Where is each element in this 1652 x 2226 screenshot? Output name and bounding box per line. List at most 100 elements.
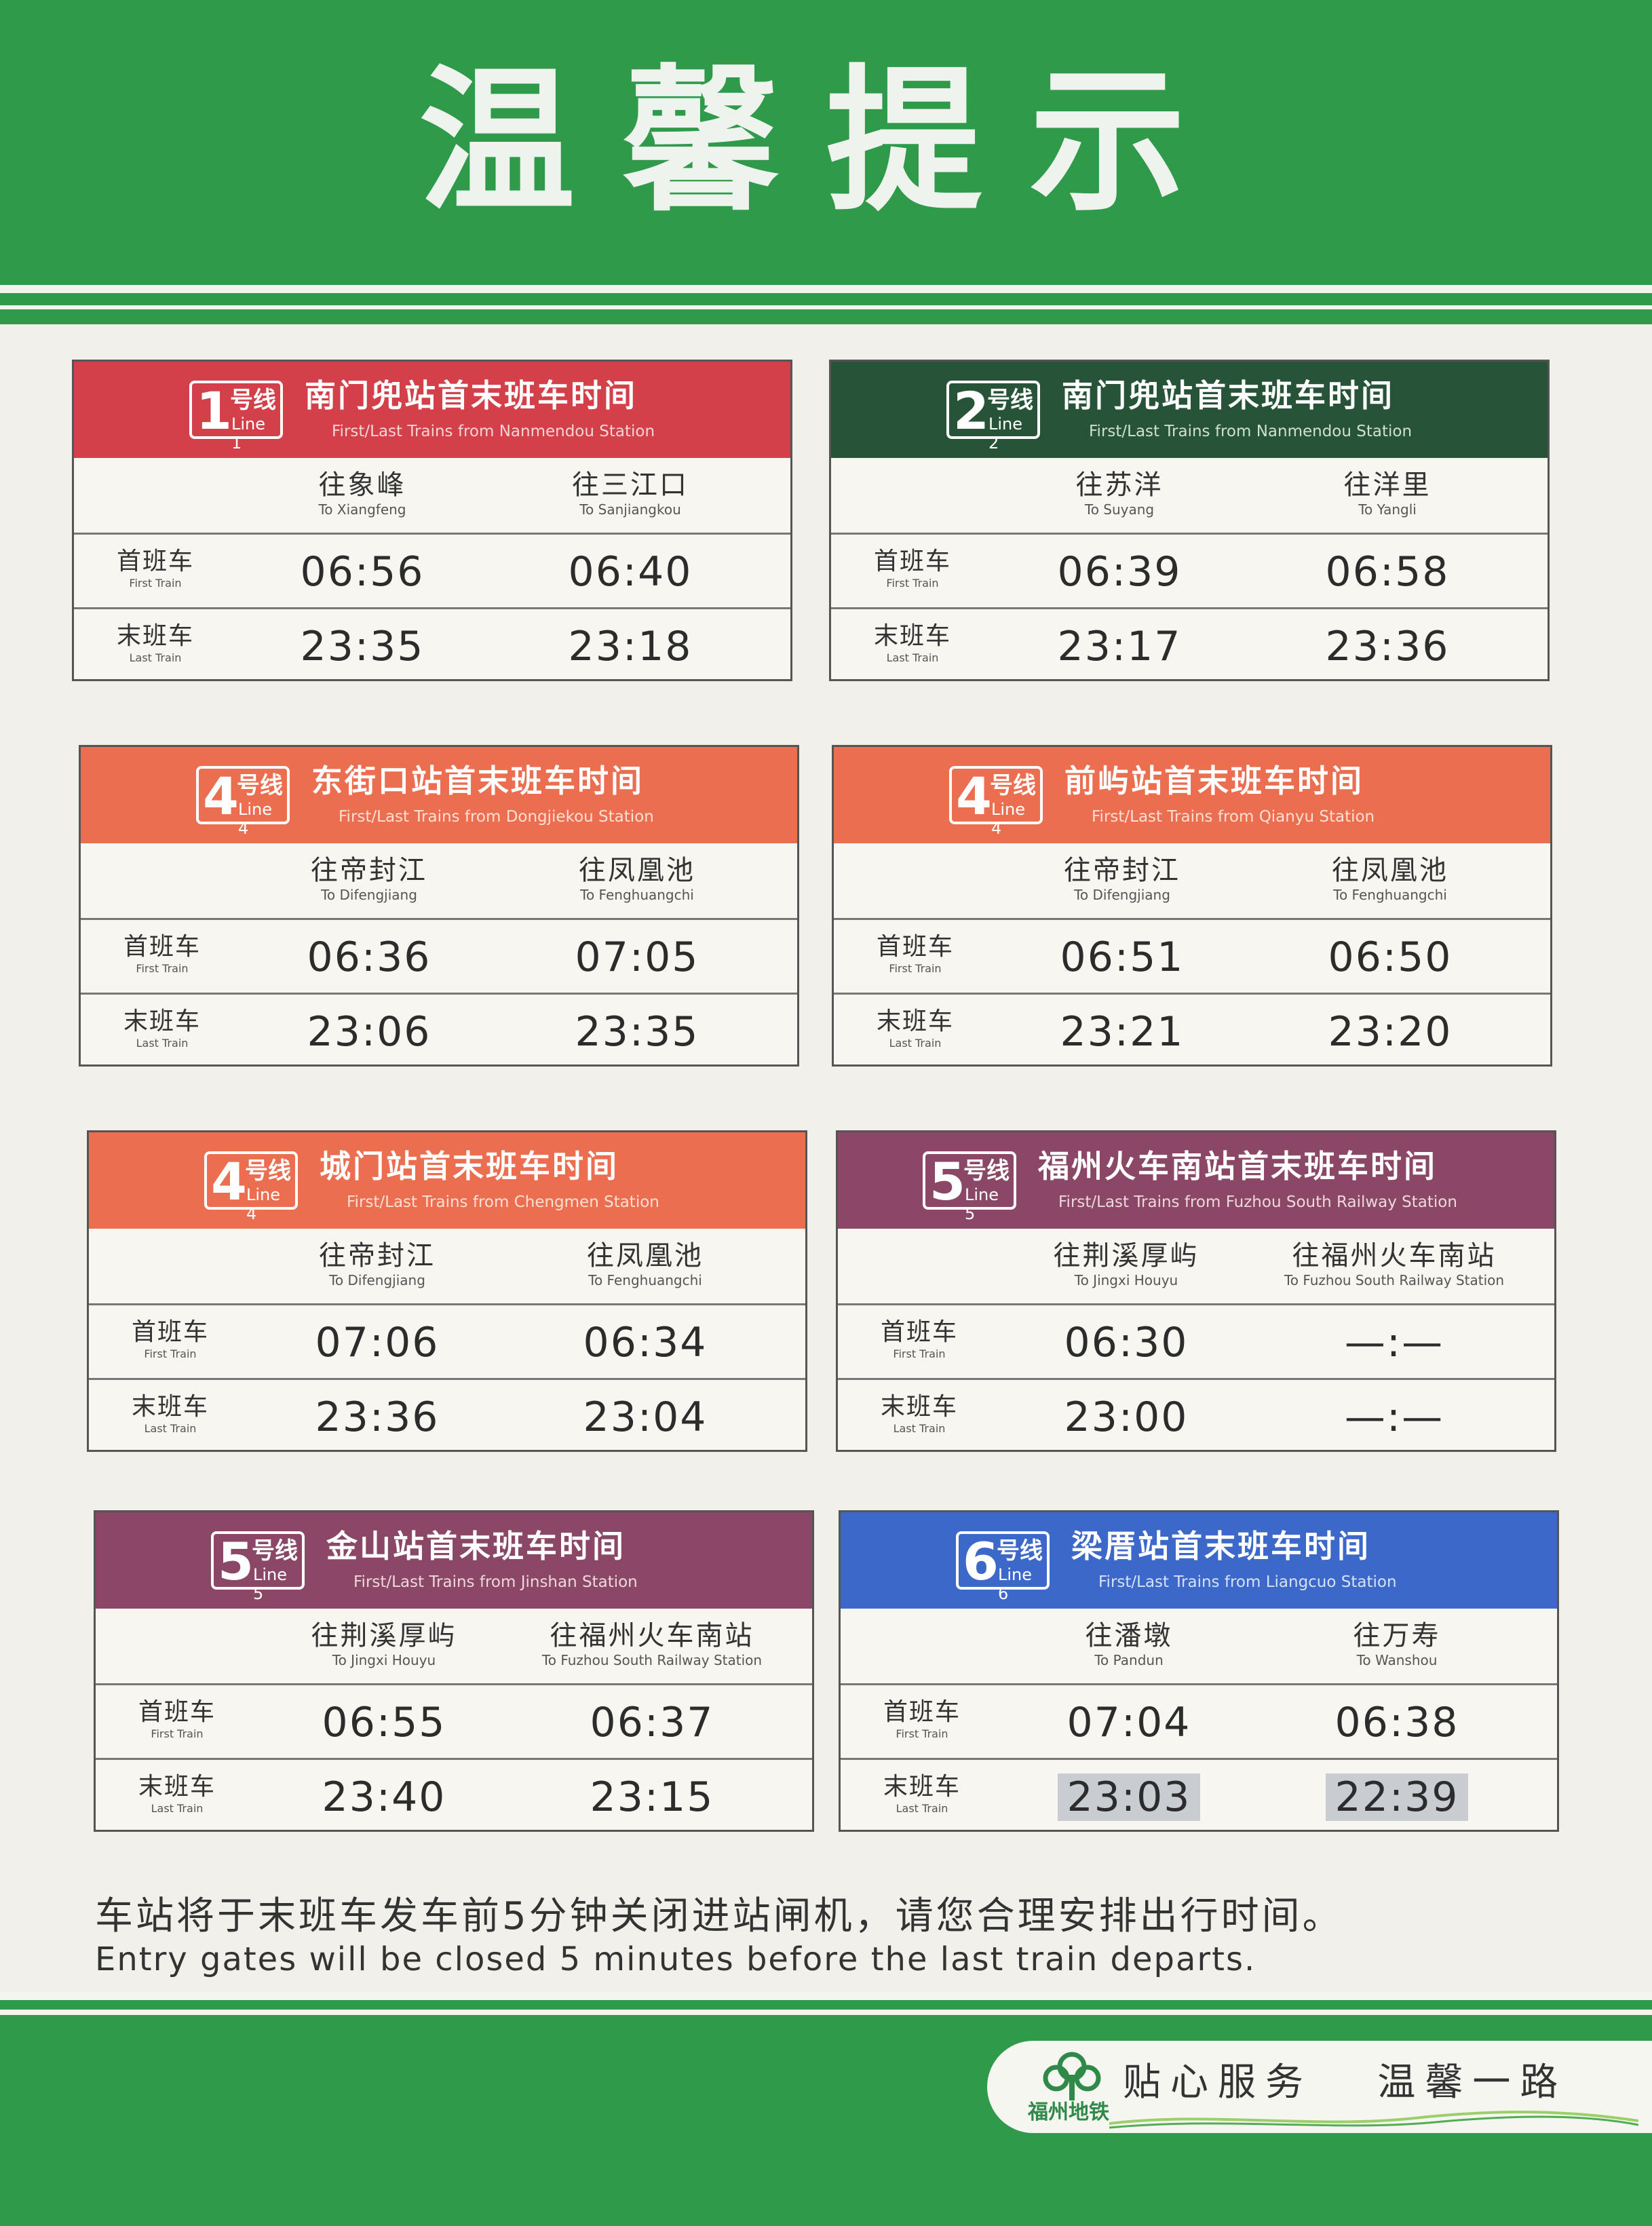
line-number: 5 [929,1151,965,1212]
first-train-label-en: First Train [129,577,182,590]
last-train-row: 末班车 Last Train 23:35 23:18 [74,607,790,680]
panel-subtitle: First/Last Trains from Chengmen Station [347,1193,659,1211]
line-label-cn: 号线 [990,772,1036,799]
destination-1-en: To Difengjiang [321,887,417,903]
panel-title: 福州火车南站首末班车时间 [1038,1148,1437,1185]
panel-header: 2 号线 Line 2 南门兜站首末班车时间 First/Last Trains… [831,362,1548,458]
last-train-time-1: 23:36 [315,1394,440,1441]
last-train-time-1: 23:03 [986,1773,1271,1821]
first-train-time-1: 07:06 [315,1319,440,1366]
first-train-time-2: —:— [1344,1319,1444,1366]
destination-2-en: To Wanshou [1356,1652,1438,1668]
header-rule-2 [0,305,1652,309]
line-number: 6 [963,1531,999,1592]
line-label-cn: 号线 [963,1157,1010,1185]
panel-header: 6 号线 Line 6 梁厝站首末班车时间 First/Last Trains … [841,1512,1557,1609]
first-train-label-en: First Train [136,962,189,975]
first-train-label-en: First Train [144,1347,197,1360]
panel-header: 5 号线 Line 5 福州火车南站首末班车时间 First/Last Trai… [838,1132,1554,1229]
destination-1-en: To Pandun [1094,1652,1164,1668]
first-train-label-cn: 首班车 [876,933,954,961]
first-train-label-en: First Train [889,962,942,975]
last-train-time-2: —:— [1344,1394,1444,1441]
destination-1-cn: 往荆溪厚屿 [1053,1240,1199,1271]
destination-2-en: To Fenghuangchi [580,887,694,903]
gate-closing-notice-cn: 车站将于末班车发车前5分钟关闭进站闸机，请您合理安排出行时间。 [95,1894,1343,1938]
line-badge: 5 号线 Line 5 [923,1151,1016,1223]
destination-2-cn: 往凤凰池 [1332,855,1448,886]
last-train-label-en: Last Train [896,1802,948,1815]
line-number: 4 [211,1151,247,1212]
panel-title: 前屿站首末班车时间 [1064,763,1364,799]
last-train-label-cn: 末班车 [883,1773,961,1801]
footer-rule [0,1992,1652,2000]
timetable-panel-jinshan-line5: 5 号线 Line 5 金山站首末班车时间 First/Last Trains … [94,1510,814,1832]
last-train-label-en: Last Train [144,1422,197,1435]
logo-text: 福州地铁 [1028,2100,1109,2124]
last-train-row: 末班车 Last Train 23:40 23:15 [96,1758,812,1831]
destination-2-cn: 往万寿 [1353,1620,1441,1651]
slogan-banner: 福州地铁 贴心服务 温馨一路 [987,2041,1652,2133]
line-label-en: Line 1 [231,415,266,453]
panel-header: 4 号线 Line 4 东街口站首末班车时间 First/Last Trains… [81,747,797,843]
last-train-time-1: 23:35 [300,623,425,670]
panel-title: 梁厝站首末班车时间 [1071,1528,1370,1565]
line-label-cn: 号线 [987,387,1033,414]
last-train-label-cn: 末班车 [876,1008,954,1035]
last-train-time-1: 23:40 [322,1773,446,1821]
destination-row: 往潘墩 To Pandun 往万寿 To Wanshou [841,1609,1557,1683]
destination-2-en: To Sanjiangkou [579,501,681,518]
timetable-panel-chengmen-line4: 4 号线 Line 4 城门站首末班车时间 First/Last Trains … [87,1130,807,1452]
timetable-panel-fuzhou-south-line5: 5 号线 Line 5 福州火车南站首末班车时间 First/Last Trai… [836,1130,1556,1452]
panel-title: 南门兜站首末班车时间 [305,377,637,414]
first-train-time-2: 06:37 [590,1699,714,1746]
first-train-label-cn: 首班车 [138,1698,216,1726]
line-label-cn: 号线 [237,772,283,799]
line-number: 5 [218,1531,254,1592]
page-title: 温馨提示 [419,52,1233,233]
last-train-row: 末班车 Last Train 23:06 23:35 [81,993,797,1066]
first-train-time-1: 06:39 [1057,548,1182,596]
first-train-time-2: 07:05 [575,934,699,981]
first-train-label-cn: 首班车 [131,1318,209,1346]
panel-subtitle: First/Last Trains from Nanmendou Station [332,423,655,440]
panel-subtitle: First/Last Trains from Fuzhou South Rail… [1058,1193,1457,1211]
line-label-en: Line 6 [998,1565,1033,1603]
line-label-en: Line 4 [246,1185,281,1223]
last-train-label-cn: 末班车 [131,1393,209,1421]
first-train-label-en: First Train [893,1347,946,1360]
header-banner: 温馨提示 [0,0,1652,285]
destination-1-en: To Suyang [1084,501,1155,518]
destination-1-en: To Jingxi Houyu [332,1652,436,1668]
first-train-time-1: 06:36 [307,934,431,981]
line-badge: 4 号线 Line 4 [196,766,290,838]
last-train-label-en: Last Train [893,1422,946,1435]
first-train-row: 首班车 First Train 07:06 06:34 [89,1303,805,1378]
fuzhou-metro-logo-icon [1043,2052,1101,2100]
line-number: 2 [953,381,989,441]
footer-rule-2 [0,2010,1652,2015]
line-badge: 6 号线 Line 6 [956,1531,1050,1603]
destination-1-cn: 往帝封江 [311,855,427,886]
destination-1-cn: 往帝封江 [319,1240,436,1271]
destination-2-en: To Yangli [1358,501,1417,518]
line-label-cn: 号线 [252,1537,298,1565]
timetable-panel-liangcuo-line6: 6 号线 Line 6 梁厝站首末班车时间 First/Last Trains … [839,1510,1559,1832]
panel-subtitle: First/Last Trains from Nanmendou Station [1089,423,1413,440]
first-train-label-cn: 首班车 [116,548,194,575]
panel-header: 5 号线 Line 5 金山站首末班车时间 First/Last Trains … [96,1512,812,1609]
destination-row: 往帝封江 To Difengjiang 往凤凰池 To Fenghuangchi [81,843,797,918]
first-train-row: 首班车 First Train 06:30 —:— [838,1303,1554,1378]
first-train-row: 首班车 First Train 06:55 06:37 [96,1683,812,1758]
last-train-time-2: 23:20 [1328,1008,1453,1056]
header-rule [0,285,1652,293]
first-train-row: 首班车 First Train 06:39 06:58 [831,533,1548,607]
last-train-label-cn: 末班车 [116,622,194,650]
first-train-label-en: First Train [896,1727,948,1740]
last-train-label-cn: 末班车 [138,1773,216,1801]
timetable-panel-nanmendou-line2: 2 号线 Line 2 南门兜站首末班车时间 First/Last Trains… [829,360,1550,681]
destination-row: 往荆溪厚屿 To Jingxi Houyu 往福州火车南站 To Fuzhou So… [96,1609,812,1683]
destination-2-cn: 往三江口 [572,469,689,501]
decorative-wave [1109,2111,1638,2129]
last-train-time-2: 23:36 [1325,623,1450,670]
